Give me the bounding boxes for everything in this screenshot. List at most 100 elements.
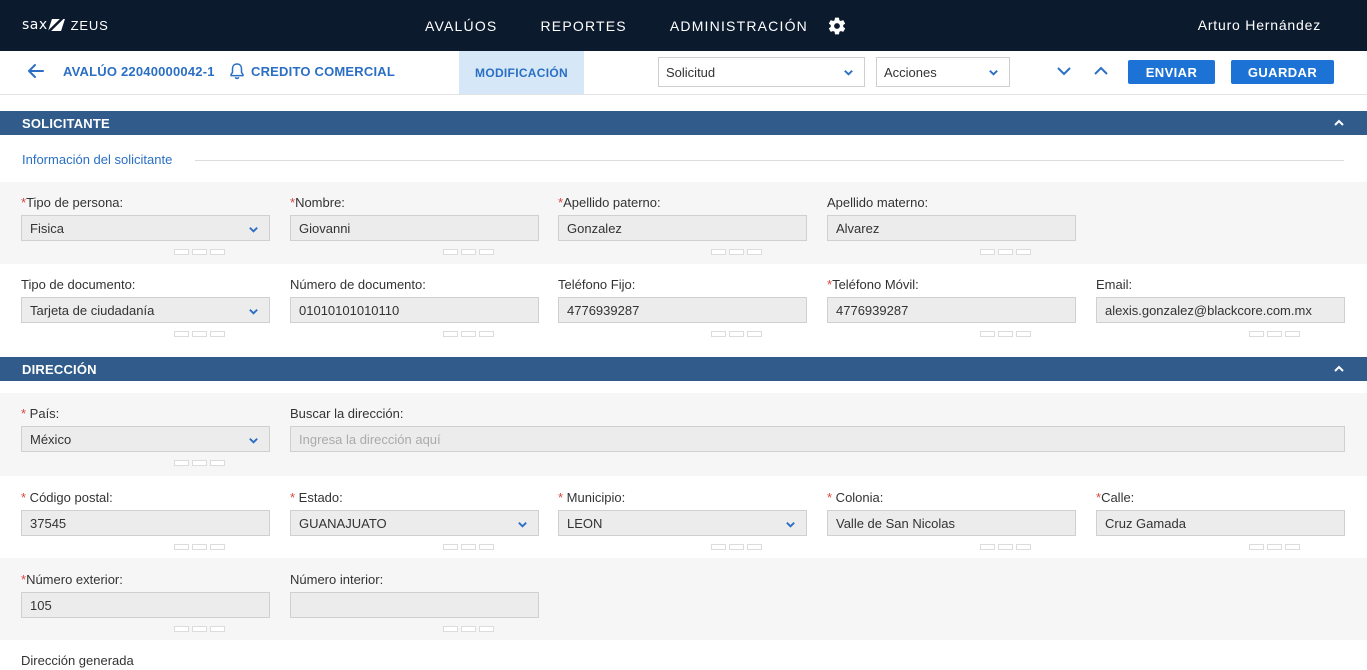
field-label: Código postal: — [26, 490, 113, 505]
field-value: México — [30, 432, 72, 447]
field-label: País: — [26, 406, 60, 421]
field-label: Número exterior: — [26, 572, 123, 587]
field-apellido-paterno: *Apellido paterno: Gonzalez — [558, 195, 807, 255]
nav-item-administracion[interactable]: ADMINISTRACIÓN — [670, 18, 808, 34]
field-handles — [980, 544, 1031, 550]
field-handles — [174, 249, 225, 255]
numero-documento-input[interactable]: 01010101010110 — [290, 297, 539, 323]
field-tipo-documento: Tipo de documento: Tarjeta de ciudadanía — [21, 277, 270, 337]
field-label: Apellido materno: — [827, 195, 929, 210]
field-handles — [711, 331, 762, 337]
apellido-materno-input[interactable]: Alvarez — [827, 215, 1076, 241]
subsection-title: Información del solicitante — [22, 152, 173, 167]
section-header-solicitante[interactable]: SOLICITANTE — [0, 111, 1367, 135]
pais-select[interactable]: México — [21, 426, 270, 452]
field-handles — [1249, 544, 1300, 550]
field-label: Teléfono Móvil: — [832, 277, 919, 292]
field-value: Tarjeta de ciudadanía — [30, 303, 155, 318]
acciones-select-value: Acciones — [884, 65, 937, 80]
field-label: Nombre: — [295, 195, 345, 210]
field-label: Colonia: — [832, 490, 884, 505]
chevron-down-icon — [249, 227, 258, 233]
tab-modificacion[interactable]: MODIFICACIÓN — [459, 51, 584, 94]
telefono-movil-input[interactable]: 4776939287 — [827, 297, 1076, 323]
bell-icon[interactable] — [229, 62, 245, 80]
field-codigo-postal: * Código postal: 37545 — [21, 490, 270, 550]
field-apellido-materno: Apellido materno: Alvarez — [827, 195, 1076, 255]
field-estado: * Estado: GUANAJUATO — [290, 490, 539, 550]
field-handles — [443, 544, 494, 550]
field-calle: *Calle: Cruz Gamada — [1096, 490, 1345, 550]
colonia-input[interactable]: Valle de San Nicolas — [827, 510, 1076, 536]
chevron-down-icon[interactable] — [1055, 62, 1073, 80]
field-label: Municipio: — [563, 490, 626, 505]
numero-interior-input[interactable] — [290, 592, 539, 618]
numero-exterior-input[interactable]: 105 — [21, 592, 270, 618]
user-name[interactable]: Arturo Hernández — [1198, 17, 1321, 33]
estado-select[interactable]: GUANAJUATO — [290, 510, 539, 536]
telefono-fijo-input[interactable]: 4776939287 — [558, 297, 807, 323]
field-handles — [711, 544, 762, 550]
chevron-down-icon — [249, 438, 258, 444]
nav-item-reportes[interactable]: REPORTES — [540, 18, 626, 34]
field-label: Teléfono Fijo: — [558, 277, 636, 292]
nav-item-avaluos[interactable]: AVALÚOS — [425, 18, 497, 34]
field-handles — [443, 249, 494, 255]
email-input[interactable]: alexis.gonzalez@blackcore.com.mx — [1096, 297, 1345, 323]
apellido-paterno-input[interactable]: Gonzalez — [558, 215, 807, 241]
guardar-button[interactable]: GUARDAR — [1231, 60, 1334, 84]
field-label: Número interior: — [290, 572, 384, 587]
gear-icon[interactable] — [827, 16, 847, 36]
field-label: Apellido paterno: — [563, 195, 661, 210]
field-numero-exterior: *Número exterior: 105 — [21, 572, 270, 632]
chevron-down-icon — [249, 309, 258, 315]
chevron-up-icon[interactable] — [1092, 62, 1110, 80]
generated-address-label: Dirección generada — [21, 653, 134, 668]
record-title: AVALÚO 22040000042-1 — [63, 64, 215, 79]
acciones-select[interactable]: Acciones — [876, 57, 1010, 87]
brand[interactable]: sax ZEUS — [22, 17, 109, 33]
field-label: Estado: — [295, 490, 343, 505]
field-numero-documento: Número de documento: 01010101010110 — [290, 277, 539, 337]
field-label: Calle: — [1101, 490, 1135, 505]
solicitud-select[interactable]: Solicitud — [658, 57, 865, 87]
chevron-up-icon[interactable] — [1333, 363, 1345, 375]
field-handles — [174, 460, 225, 466]
field-label: Número de documento: — [290, 277, 426, 292]
chevron-down-icon — [844, 70, 853, 76]
field-label: Tipo de persona: — [26, 195, 124, 210]
field-handles — [980, 331, 1031, 337]
municipio-select[interactable]: LEON — [558, 510, 807, 536]
brand-mark-icon — [47, 19, 65, 31]
tipo-documento-select[interactable]: Tarjeta de ciudadanía — [21, 297, 270, 323]
section-title: SOLICITANTE — [22, 116, 110, 131]
calle-input[interactable]: Cruz Gamada — [1096, 510, 1345, 536]
credit-type: CREDITO COMERCIAL — [251, 64, 395, 79]
main-menu: AVALÚOS REPORTES ADMINISTRACIÓN — [425, 0, 851, 51]
enviar-button[interactable]: ENVIAR — [1128, 60, 1215, 84]
field-value: Fisica — [30, 221, 64, 236]
brand-logo: sax — [22, 17, 48, 33]
field-label: Email: — [1096, 277, 1133, 292]
chevron-down-icon — [989, 70, 998, 76]
field-pais: * País: México — [21, 406, 270, 466]
tipo-persona-select[interactable]: Fisica — [21, 215, 270, 241]
arrow-left-icon[interactable] — [26, 61, 46, 81]
record-toolbar: AVALÚO 22040000042-1 CREDITO COMERCIAL M… — [0, 51, 1367, 95]
section-title: DIRECCIÓN — [22, 362, 97, 377]
field-label: Tipo de documento: — [21, 277, 136, 292]
solicitud-select-value: Solicitud — [666, 65, 716, 80]
field-telefono-fijo: Teléfono Fijo: 4776939287 — [558, 277, 807, 337]
field-telefono-movil: *Teléfono Móvil: 4776939287 — [827, 277, 1076, 337]
field-nombre: *Nombre: Giovanni — [290, 195, 539, 255]
chevron-up-icon[interactable] — [1333, 117, 1345, 129]
codigo-postal-input[interactable]: 37545 — [21, 510, 270, 536]
field-handles — [443, 626, 494, 632]
field-handles — [980, 249, 1031, 255]
buscar-direccion-input[interactable]: Ingresa la dirección aquí — [290, 426, 1345, 452]
section-header-direccion[interactable]: DIRECCIÓN — [0, 357, 1367, 381]
nombre-input[interactable]: Giovanni — [290, 215, 539, 241]
top-navigation-bar: sax ZEUS AVALÚOS REPORTES ADMINISTRACIÓN… — [0, 0, 1367, 51]
divider — [195, 160, 1344, 161]
field-numero-interior: Número interior: — [290, 572, 539, 632]
